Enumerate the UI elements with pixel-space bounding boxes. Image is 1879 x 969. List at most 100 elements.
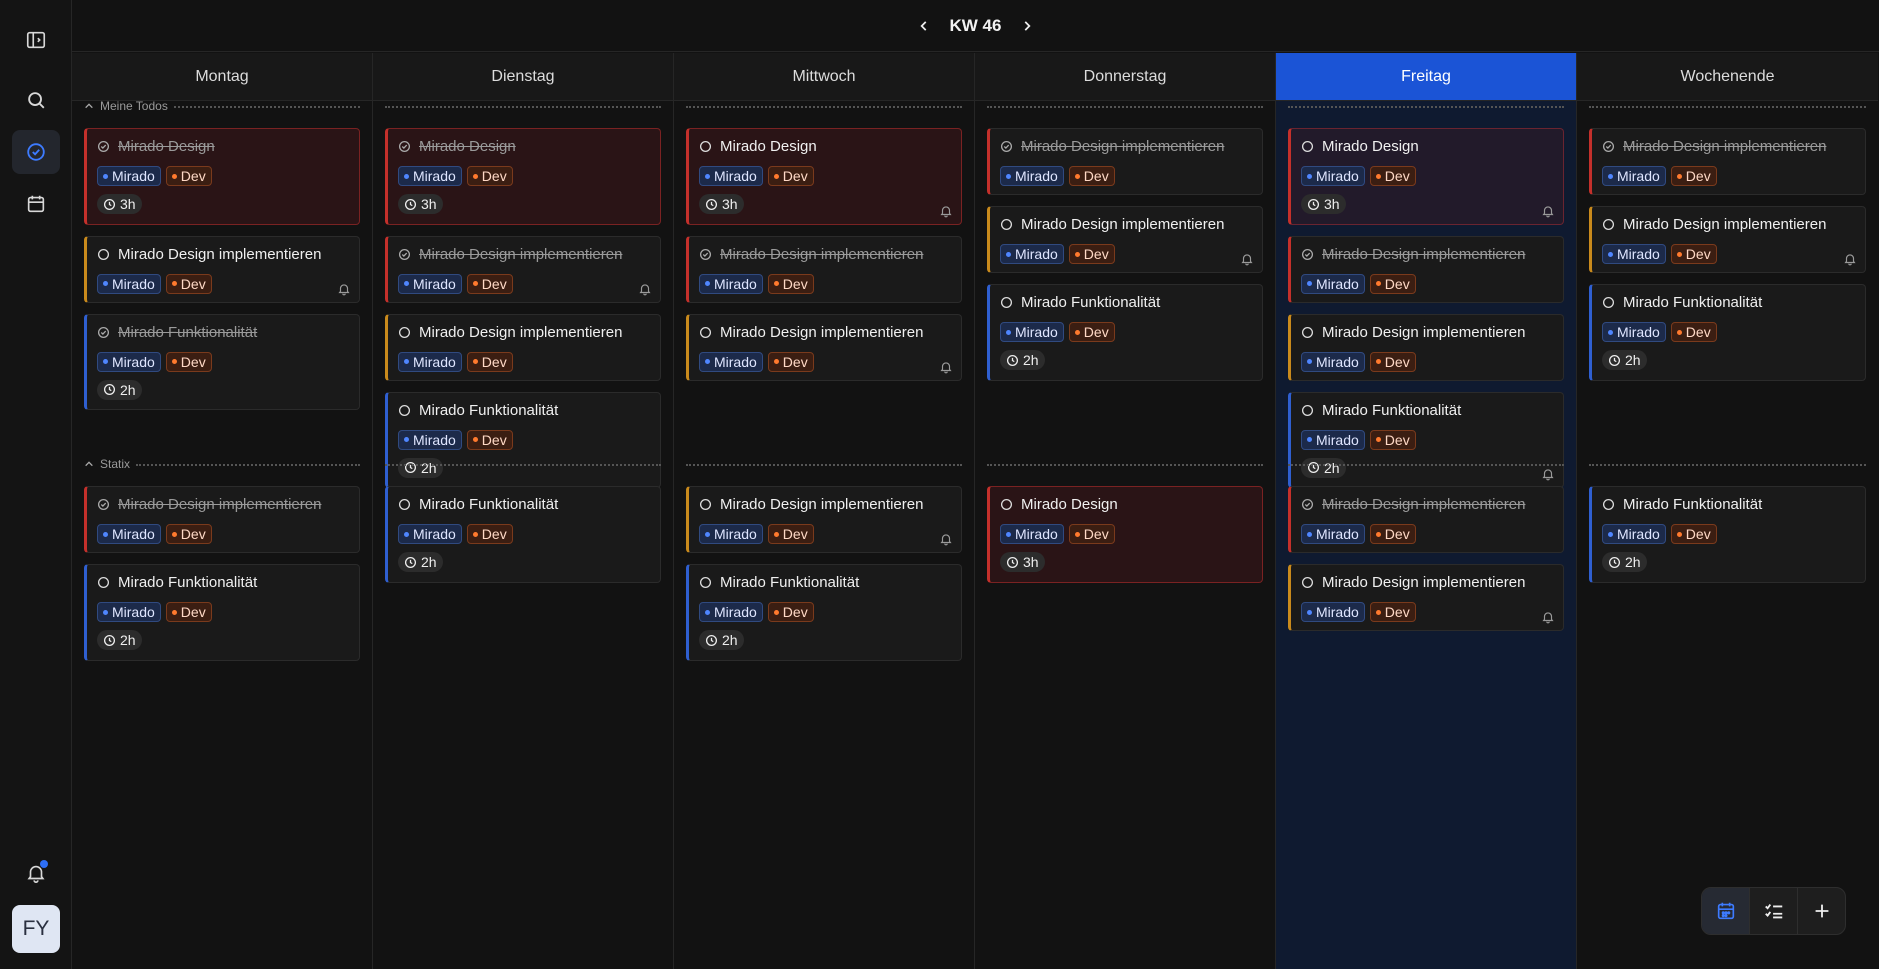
circle-icon[interactable] <box>699 140 712 153</box>
todo-card[interactable]: Mirado Design implementieren Mirado Dev <box>987 206 1263 273</box>
todo-card[interactable]: Mirado Funktionalität Mirado Dev 2h <box>686 564 962 661</box>
circle-icon[interactable] <box>1301 140 1314 153</box>
project-tag: Mirado <box>1301 524 1365 544</box>
todo-card[interactable]: Mirado Funktionalität Mirado Dev 2h <box>1589 284 1866 381</box>
check-circle-icon[interactable] <box>1301 498 1314 511</box>
todo-card[interactable]: Mirado Funktionalität Mirado Dev 2h <box>84 564 360 661</box>
circle-icon[interactable] <box>398 498 411 511</box>
todo-card[interactable]: Mirado Design implementieren Mirado Dev <box>1288 313 1564 381</box>
avatar[interactable]: FY <box>12 905 60 953</box>
section-header[interactable] <box>385 96 661 116</box>
todo-card[interactable]: Mirado Design implementieren Mirado Dev <box>385 313 661 381</box>
todo-card[interactable]: Mirado Design Mirado Dev 3h <box>84 128 360 225</box>
day-header[interactable]: Wochenende <box>1577 53 1878 101</box>
todo-card[interactable]: Mirado Design Mirado Dev 3h <box>1288 128 1564 225</box>
previous-week-button[interactable] <box>912 14 936 38</box>
day-header[interactable]: Dienstag <box>373 53 673 101</box>
next-week-button[interactable] <box>1015 14 1039 38</box>
todo-card[interactable]: Mirado Funktionalität Mirado Dev 2h <box>84 313 360 410</box>
section-header[interactable]: Meine Todos <box>84 96 360 116</box>
circle-icon[interactable] <box>1602 218 1615 231</box>
todo-title-row: Mirado Funktionalität <box>97 573 349 592</box>
circle-icon[interactable] <box>1000 296 1013 309</box>
circle-icon[interactable] <box>1000 218 1013 231</box>
todo-card[interactable]: Mirado Design implementieren Mirado Dev <box>686 486 962 553</box>
circle-icon[interactable] <box>398 326 411 339</box>
add-todo-button[interactable] <box>1798 888 1845 934</box>
check-circle-icon[interactable] <box>97 140 110 153</box>
section-header[interactable] <box>987 454 1263 474</box>
todos-button[interactable] <box>12 130 60 174</box>
tag-list: Mirado Dev <box>1301 524 1553 544</box>
card-list: Mirado Design implementieren Mirado Dev Mir… <box>1589 128 1866 381</box>
todo-card[interactable]: Mirado Design implementieren Mirado Dev <box>84 235 360 303</box>
tag-dot <box>103 531 108 537</box>
check-circle-icon[interactable] <box>97 326 110 339</box>
todo-card[interactable]: Mirado Design implementieren Mirado Dev <box>385 235 661 303</box>
check-circle-icon[interactable] <box>1000 140 1013 153</box>
todo-card[interactable]: Mirado Funktionalität Mirado Dev 2h <box>987 284 1263 381</box>
tag-dot <box>1676 531 1682 537</box>
sidebar-toggle-button[interactable] <box>12 18 60 62</box>
section-header[interactable] <box>1288 96 1564 116</box>
todo-card[interactable]: Mirado Design implementieren Mirado Dev <box>84 486 360 553</box>
check-circle-icon[interactable] <box>1602 140 1615 153</box>
todo-card[interactable]: Mirado Design implementieren Mirado Dev <box>1288 235 1564 303</box>
check-circle-icon[interactable] <box>97 498 110 511</box>
section-header[interactable] <box>1288 454 1564 474</box>
duration-badge: 2h <box>398 552 443 572</box>
clock-icon <box>404 198 417 210</box>
tag-label: Dev <box>481 431 507 448</box>
todo-card[interactable]: Mirado Funktionalität Mirado Dev 2h <box>1589 486 1866 583</box>
day-header[interactable]: Mittwoch <box>674 53 974 101</box>
section-header[interactable] <box>385 454 661 474</box>
section-header[interactable] <box>686 454 962 474</box>
circle-icon[interactable] <box>1602 498 1615 511</box>
section-header[interactable] <box>1589 454 1866 474</box>
circle-icon[interactable] <box>1602 296 1615 309</box>
todo-card[interactable]: Mirado Design Mirado Dev 3h <box>385 128 661 225</box>
todo-card[interactable]: Mirado Design implementieren Mirado Dev <box>1589 128 1866 195</box>
type-tag: Dev <box>466 524 513 544</box>
todo-card[interactable]: Mirado Design implementieren Mirado Dev <box>987 128 1263 195</box>
list-view-button[interactable] <box>1750 888 1798 934</box>
day-header[interactable]: Montag <box>72 53 372 101</box>
day-header[interactable]: Donnerstag <box>975 53 1275 101</box>
calendar-button[interactable] <box>12 182 60 226</box>
circle-icon[interactable] <box>699 498 712 511</box>
todo-card[interactable]: Mirado Design Mirado Dev 3h <box>686 128 962 225</box>
check-circle-icon[interactable] <box>699 248 712 261</box>
circle-icon[interactable] <box>1000 498 1013 511</box>
chevron-up-icon <box>85 103 93 109</box>
todo-card[interactable]: Mirado Design implementieren Mirado Dev <box>686 235 962 303</box>
tag-dot <box>171 173 177 179</box>
notifications-button[interactable] <box>12 851 60 895</box>
calendar-view-button[interactable] <box>1702 888 1750 934</box>
tag-dot <box>705 359 710 364</box>
circle-icon[interactable] <box>699 576 712 589</box>
check-circle-icon[interactable] <box>398 248 411 261</box>
circle-icon[interactable] <box>1301 576 1314 589</box>
section-header[interactable] <box>987 96 1263 116</box>
section-header[interactable]: Statix <box>84 454 360 474</box>
section-header[interactable] <box>686 96 962 116</box>
search-button[interactable] <box>12 78 60 122</box>
circle-icon[interactable] <box>699 326 712 339</box>
check-circle-icon[interactable] <box>1301 248 1314 261</box>
circle-icon[interactable] <box>97 576 110 589</box>
circle-icon[interactable] <box>97 248 110 261</box>
circle-icon[interactable] <box>398 404 411 417</box>
day-header[interactable]: Freitag <box>1276 53 1576 101</box>
todo-card[interactable]: Mirado Design implementieren Mirado Dev <box>1288 564 1564 631</box>
todo-card[interactable]: Mirado Design implementieren Mirado Dev <box>1288 486 1564 553</box>
clock-icon <box>103 634 116 646</box>
circle-icon[interactable] <box>1301 326 1314 339</box>
todo-title: Mirado Design implementieren <box>1623 138 1827 155</box>
section-header[interactable] <box>1589 96 1866 116</box>
todo-card[interactable]: Mirado Design implementieren Mirado Dev <box>686 313 962 381</box>
todo-card[interactable]: Mirado Funktionalität Mirado Dev 2h <box>385 486 661 583</box>
check-circle-icon[interactable] <box>398 140 411 153</box>
todo-card[interactable]: Mirado Design implementieren Mirado Dev <box>1589 206 1866 273</box>
circle-icon[interactable] <box>1301 404 1314 417</box>
todo-card[interactable]: Mirado Design Mirado Dev 3h <box>987 486 1263 583</box>
